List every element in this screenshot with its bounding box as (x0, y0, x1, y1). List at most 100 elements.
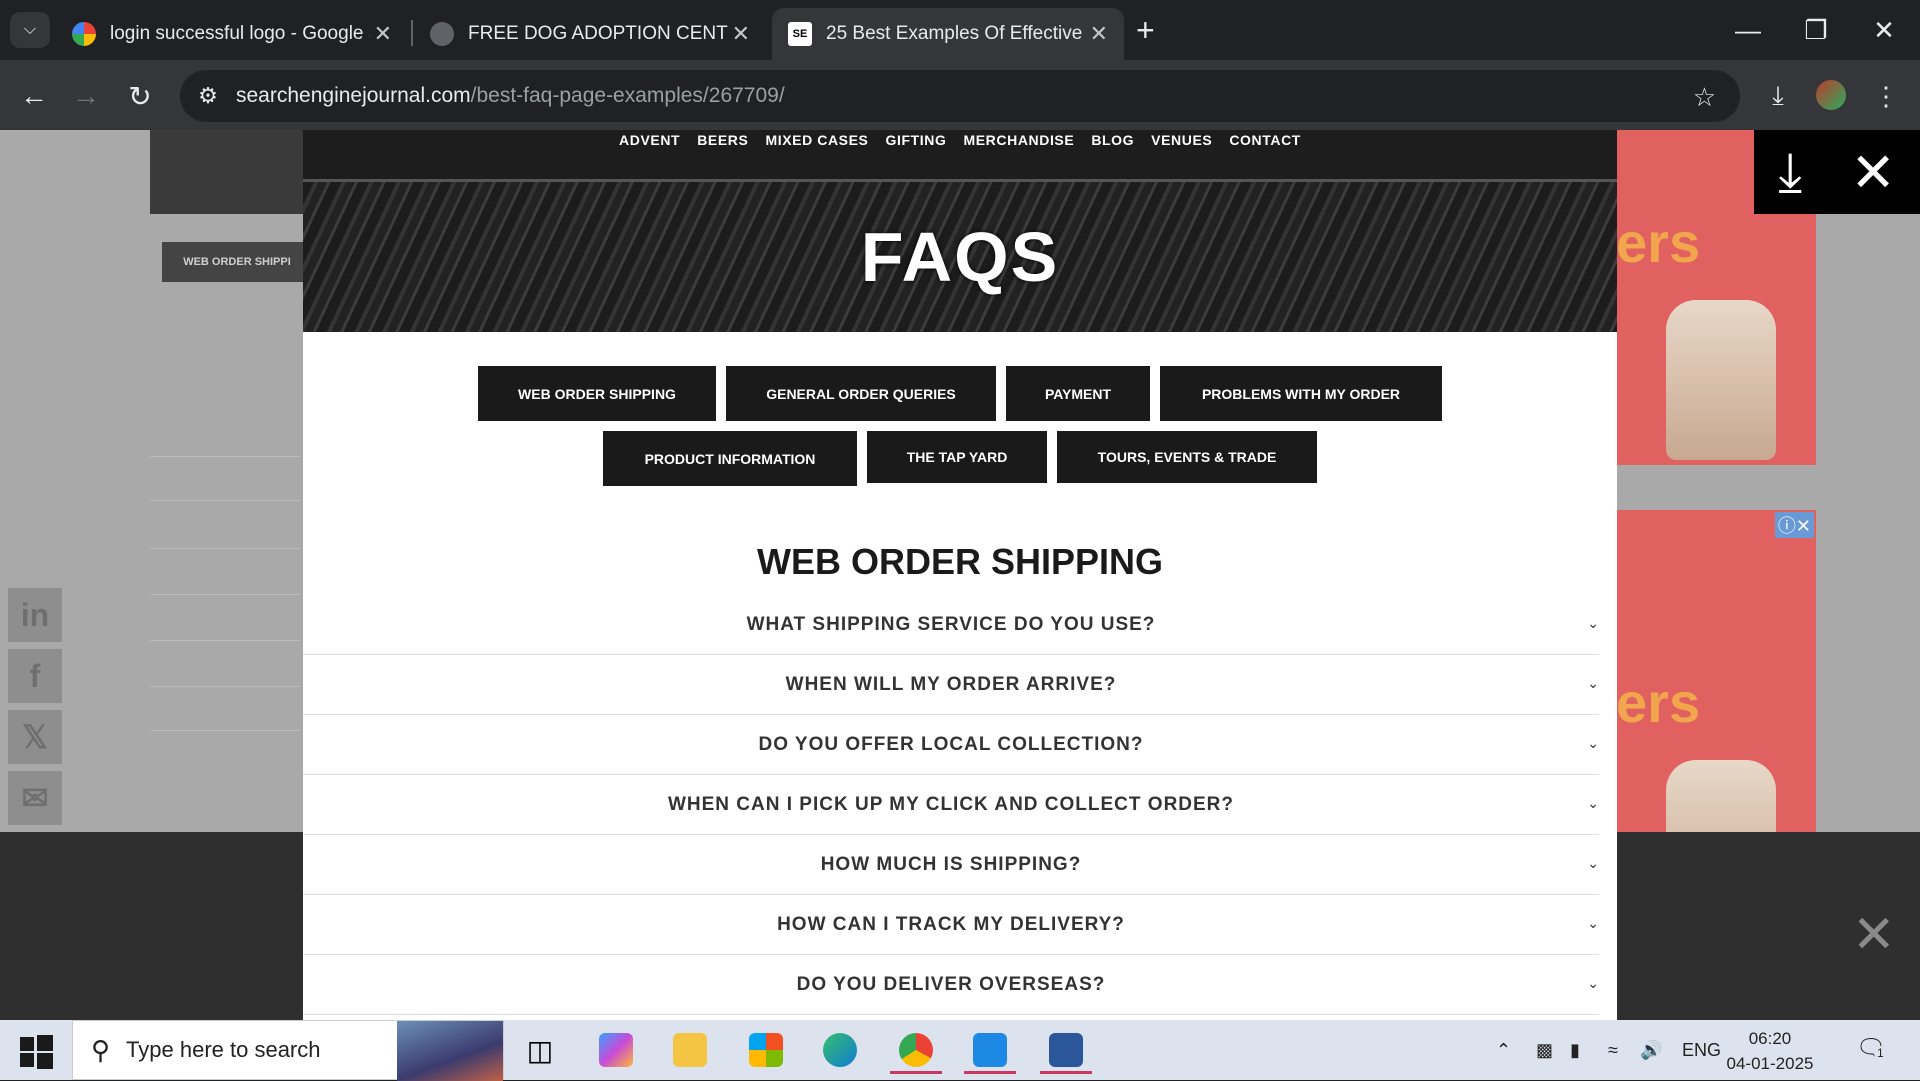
x-twitter-icon[interactable]: 𝕏 (8, 710, 62, 764)
chevron-down-icon: ⌄ (1587, 675, 1599, 691)
faq-item[interactable]: DO YOU OFFER LOCAL COLLECTION? ⌄ (303, 715, 1599, 775)
close-icon[interactable]: ✕ (1851, 141, 1896, 204)
chevron-down-icon: ⌄ (1587, 855, 1599, 871)
linkedin-icon[interactable]: in (8, 588, 62, 642)
new-tab-button[interactable]: + (1136, 12, 1155, 48)
faq-question: WHAT SHIPPING SERVICE DO YOU USE? (746, 613, 1156, 635)
task-view-icon[interactable]: ◫ (514, 1026, 566, 1074)
language-indicator[interactable]: ENG (1682, 1020, 1721, 1080)
category-problems-with-my-order[interactable]: PROBLEMS WITH MY ORDER (1160, 366, 1442, 421)
tab-title: FREE DOG ADOPTION CENTRE | (468, 23, 728, 44)
nav-contact[interactable]: CONTACT (1229, 132, 1301, 179)
tab-strip: ⌵ login successful logo - Google S ✕ FRE… (0, 0, 1920, 60)
category-general-order-queries[interactable]: GENERAL ORDER QUERIES (726, 366, 996, 421)
nav-gifting[interactable]: GIFTING (886, 132, 947, 179)
category-web-order-shipping[interactable]: WEB ORDER SHIPPING (478, 366, 716, 421)
nav-venues[interactable]: VENUES (1151, 132, 1212, 179)
nav-beers[interactable]: BEERS (697, 132, 748, 179)
globe-icon (430, 22, 454, 46)
nav-blog[interactable]: BLOG (1091, 132, 1134, 179)
close-icon[interactable]: ✕ (732, 21, 750, 47)
tab-sej-active[interactable]: SE 25 Best Examples Of Effective F/ ✕ (772, 8, 1124, 60)
google-icon (72, 22, 96, 46)
search-highlight-image (397, 1021, 503, 1081)
faq-item[interactable]: WHEN WILL MY ORDER ARRIVE? ⌄ (303, 655, 1599, 715)
chevron-down-icon: ⌄ (1587, 915, 1599, 931)
chevron-down-icon: ⌄ (1587, 795, 1599, 811)
site-info-icon[interactable]: ⚙ (190, 78, 226, 114)
faq-item[interactable]: WHAT SHIPPING SERVICE DO YOU USE? ⌄ (303, 595, 1599, 655)
faq-list: WHAT SHIPPING SERVICE DO YOU USE? ⌄ WHEN … (303, 595, 1617, 1015)
meet-now-icon[interactable]: ▩ (1536, 1020, 1553, 1080)
windows-start-icon[interactable] (18, 1034, 54, 1070)
chevron-down-icon: ⌄ (1587, 615, 1599, 631)
category-tours-events-trade[interactable]: TOURS, EVENTS & TRADE (1057, 431, 1317, 483)
faq-question: DO YOU DELIVER OVERSEAS? (796, 973, 1106, 995)
faq-item[interactable]: WHEN CAN I PICK UP MY CLICK AND COLLECT … (303, 775, 1599, 835)
clock[interactable]: 06:20 04-01-2025 (1722, 1026, 1818, 1076)
category-payment[interactable]: PAYMENT (1006, 366, 1150, 421)
address-bar[interactable]: ⚙ searchenginejournal.com/best-faq-page-… (180, 70, 1740, 122)
ad-text: ers (1616, 211, 1701, 274)
reload-button[interactable]: ↻ (120, 76, 160, 116)
url-text: searchenginejournal.com/best-faq-page-ex… (236, 84, 785, 107)
edge-icon[interactable] (814, 1026, 866, 1074)
faq-item[interactable]: DO YOU DELIVER OVERSEAS? ⌄ (303, 955, 1599, 1015)
close-icon[interactable]: ✕ (1090, 21, 1108, 47)
ad-banner-bottom[interactable]: ers ⓘ✕ (1616, 510, 1816, 832)
menu-icon[interactable]: ⋮ (1866, 76, 1906, 116)
search-placeholder: Type here to search (126, 1037, 321, 1062)
faq-question: DO YOU OFFER LOCAL COLLECTION? (758, 733, 1144, 755)
tab-title: 25 Best Examples Of Effective F/ (826, 23, 1086, 44)
tab-dog-adoption[interactable]: FREE DOG ADOPTION CENTRE | ✕ (414, 8, 766, 60)
faq-question: WHEN CAN I PICK UP MY CLICK AND COLLECT … (667, 793, 1235, 815)
close-icon[interactable]: ✕ (374, 21, 392, 47)
search-icon: ⚲ (91, 1034, 111, 1065)
window-close-button[interactable]: ✕ (1854, 10, 1914, 50)
copilot-icon[interactable] (590, 1026, 642, 1074)
microsoft-store-icon[interactable] (740, 1026, 792, 1074)
taskbar: ⚲ Type here to search ◫ ⌃ ▩ ▮ ≈ 🔊 ENG 06… (0, 1020, 1920, 1081)
nav-advent[interactable]: ADVENT (619, 132, 680, 179)
chevron-down-icon: ⌵ (23, 21, 37, 38)
tab-search-button[interactable]: ⌵ (10, 12, 50, 48)
category-product-information[interactable]: PRODUCT INFORMATION (603, 431, 857, 486)
battery-icon[interactable]: ▮ (1570, 1020, 1580, 1080)
download-icon[interactable]: ⤓ (1778, 141, 1802, 204)
vscode-icon[interactable] (964, 1026, 1016, 1074)
chrome-icon[interactable] (890, 1026, 942, 1074)
category-the-tap-yard[interactable]: THE TAP YARD (867, 431, 1047, 483)
wifi-icon[interactable]: ≈ (1608, 1020, 1618, 1080)
ad-figure (1666, 760, 1776, 832)
word-icon[interactable] (1040, 1026, 1092, 1074)
volume-icon[interactable]: 🔊 (1640, 1020, 1662, 1080)
bookmark-star-icon[interactable]: ☆ (1693, 82, 1716, 113)
faq-item[interactable]: HOW CAN I TRACK MY DELIVERY? ⌄ (303, 895, 1599, 955)
lightbox-controls: ⤓ ✕ (1754, 130, 1920, 214)
tab-separator (411, 20, 413, 46)
time: 06:20 (1748, 1029, 1792, 1048)
faq-item[interactable]: HOW MUCH IS SHIPPING? ⌄ (303, 835, 1599, 895)
notification-icon[interactable]: 🗨 1 (1856, 1034, 1887, 1064)
taskbar-search[interactable]: ⚲ Type here to search (72, 1020, 504, 1081)
ad-text: ers (1616, 671, 1701, 734)
forward-button[interactable]: → (66, 76, 106, 116)
tab-google[interactable]: login successful logo - Google S ✕ (56, 8, 408, 60)
facebook-icon[interactable]: f (8, 649, 62, 703)
nav-merchandise[interactable]: MERCHANDISE (963, 132, 1074, 179)
ad-choices-icon[interactable]: ⓘ✕ (1774, 512, 1814, 538)
page-content: WEB ORDER SHIPPI in f 𝕏 ✉ ers ers ⓘ✕ ✕ ⤓… (0, 130, 1920, 1020)
faq-question: WHEN WILL MY ORDER ARRIVE? (785, 673, 1117, 695)
back-button[interactable]: ← (14, 76, 54, 116)
profile-avatar[interactable] (1816, 80, 1846, 110)
restore-button[interactable]: ❐ (1786, 10, 1846, 50)
close-icon[interactable]: ✕ (1852, 905, 1896, 965)
chevron-down-icon: ⌄ (1587, 975, 1599, 991)
show-hidden-icons[interactable]: ⌃ (1496, 1020, 1511, 1080)
email-icon[interactable]: ✉ (8, 771, 62, 825)
file-explorer-icon[interactable] (664, 1026, 716, 1074)
minimize-button[interactable]: — (1718, 10, 1778, 50)
background-banner (150, 130, 310, 214)
nav-mixed-cases[interactable]: MIXED CASES (765, 132, 868, 179)
download-icon[interactable]: ⤓ (1758, 76, 1798, 116)
